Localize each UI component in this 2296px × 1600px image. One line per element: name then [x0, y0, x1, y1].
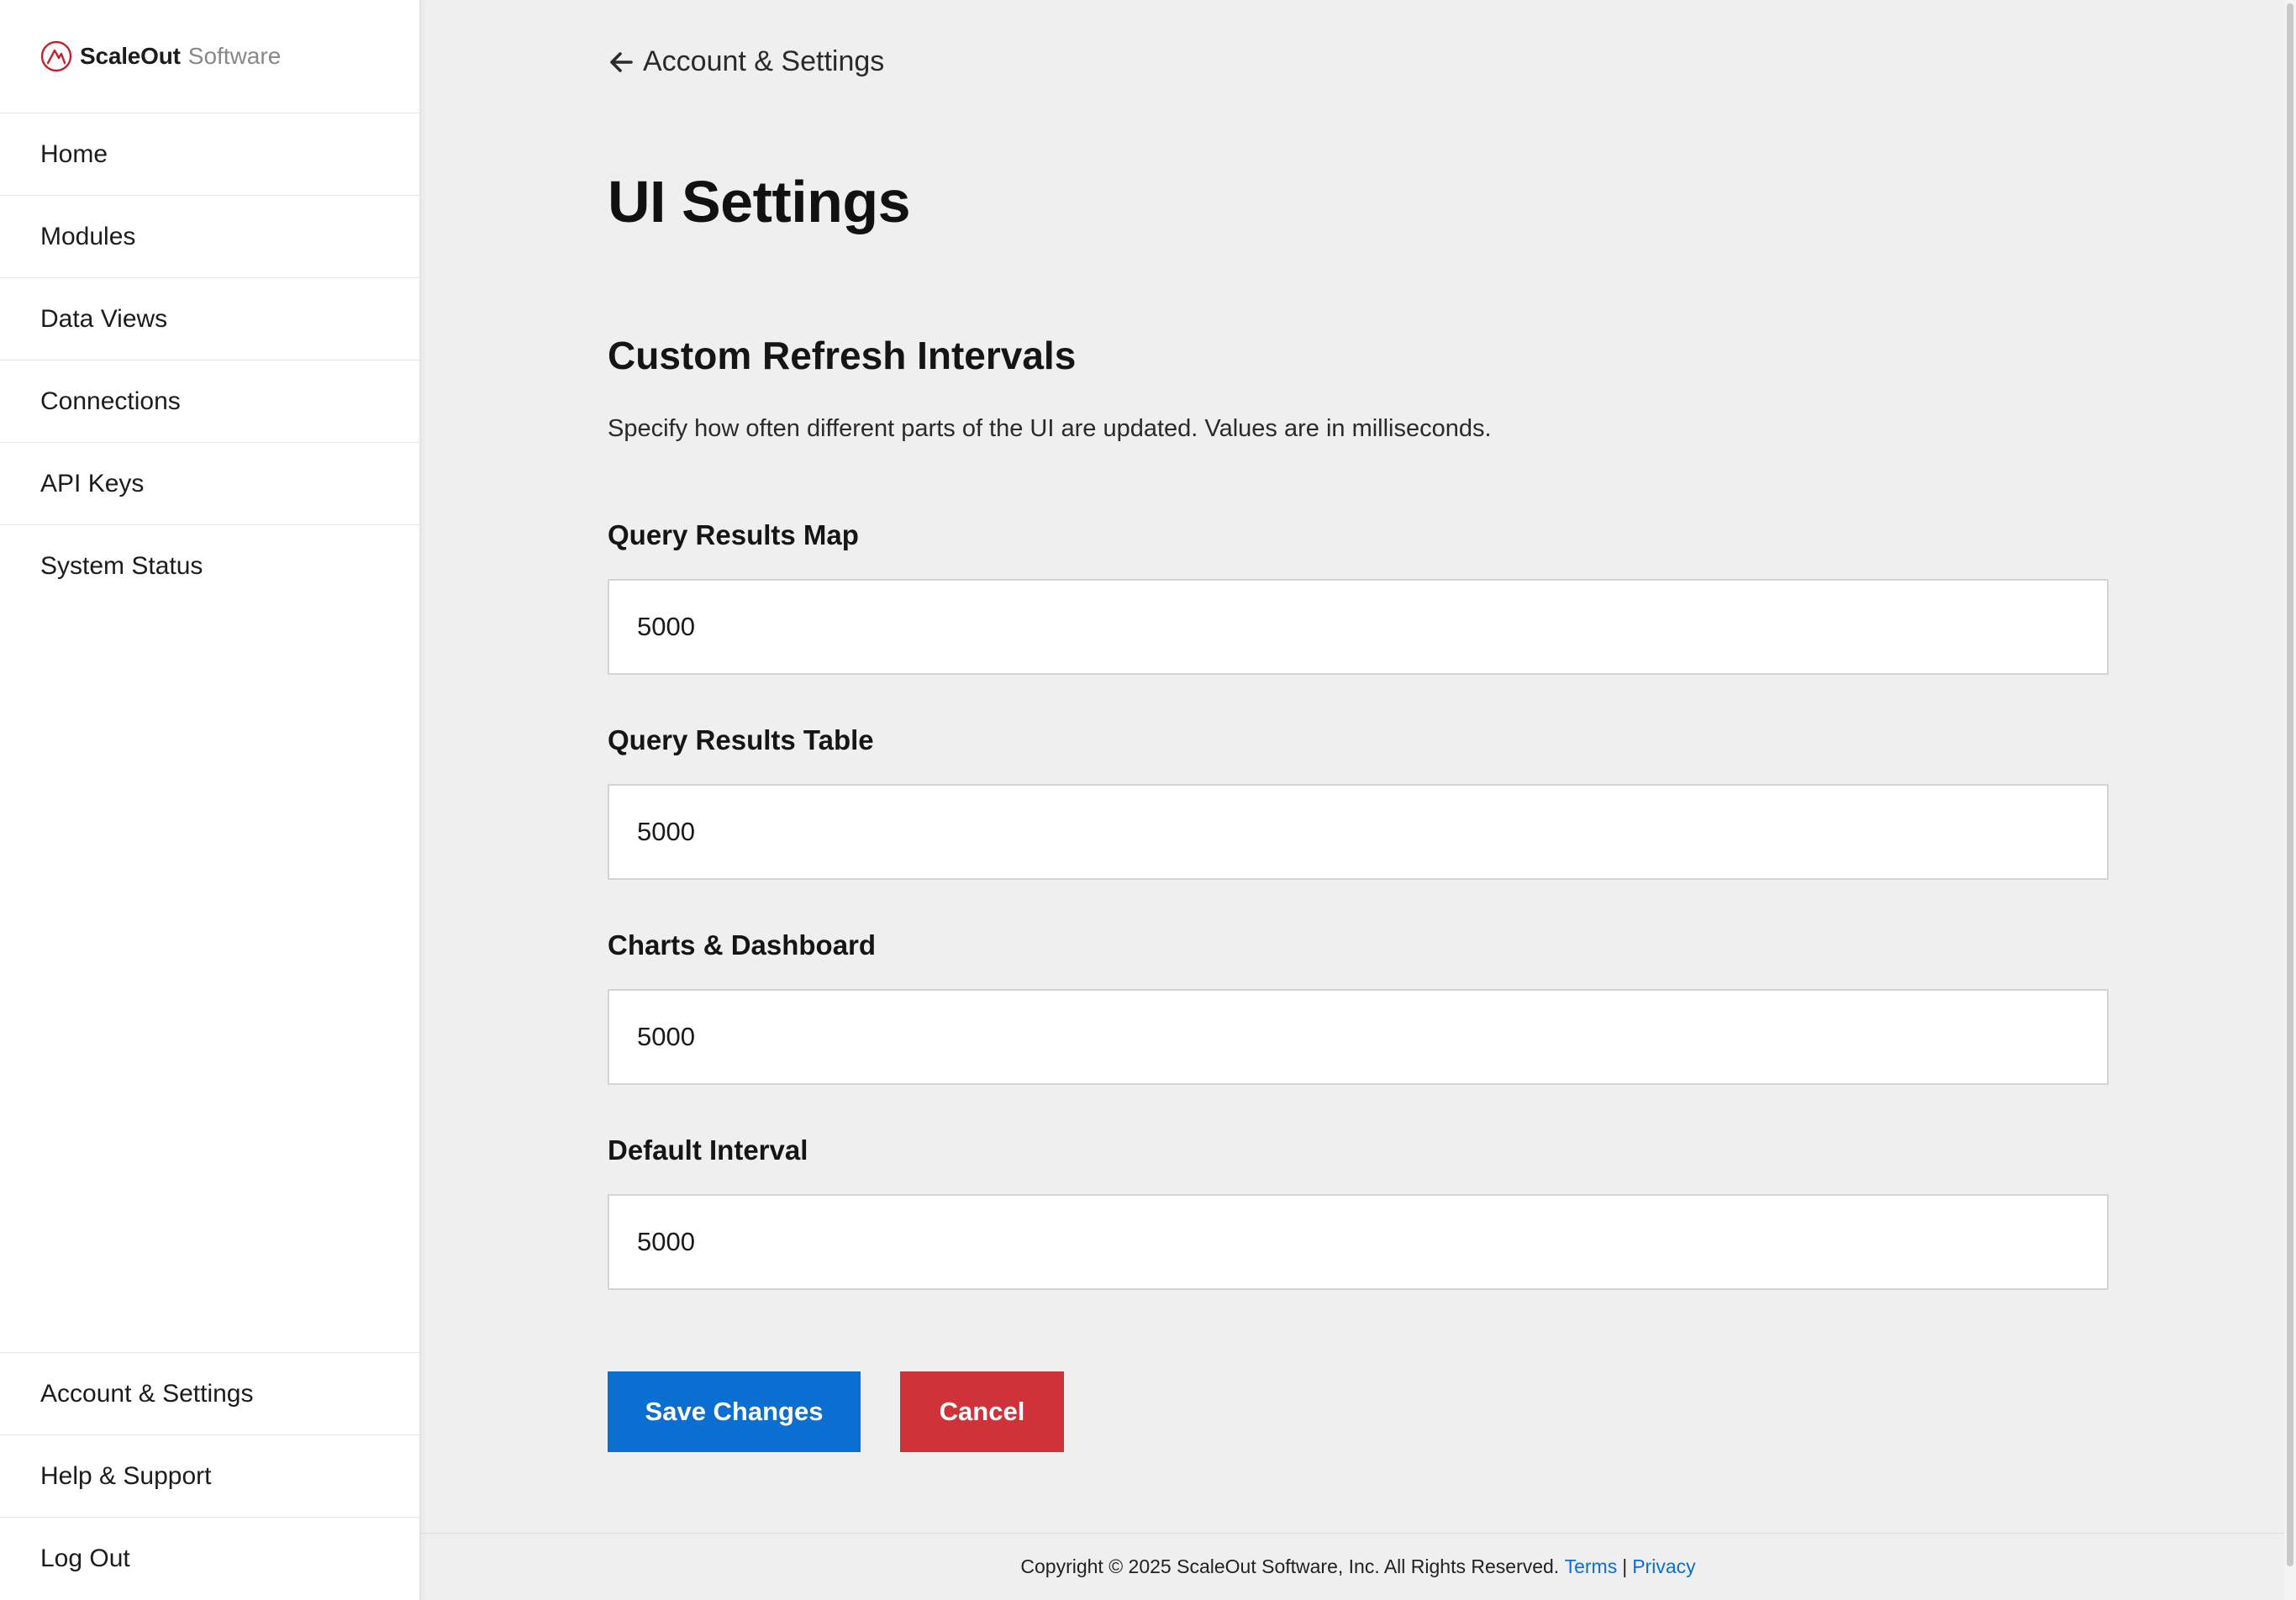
sidebar-item-label: Connections [40, 387, 181, 415]
query-results-table-input[interactable] [608, 784, 2109, 880]
save-changes-button[interactable]: Save Changes [608, 1371, 861, 1452]
sidebar-item-label: System Status [40, 552, 203, 580]
default-interval-input[interactable] [608, 1194, 2109, 1290]
sidebar-item-label: Log Out [40, 1545, 130, 1572]
footer: Copyright © 2025 ScaleOut Software, Inc.… [420, 1533, 2296, 1600]
sidebar-item-label: Help & Support [40, 1461, 212, 1490]
sidebar: ScaleOut Software Home Modules Data View… [0, 0, 420, 1600]
privacy-link[interactable]: Privacy [1632, 1555, 1695, 1578]
copyright-text: Copyright © 2025 ScaleOut Software, Inc.… [1020, 1555, 1560, 1577]
sidebar-item-label: API Keys [40, 469, 145, 497]
charts-dashboard-label: Charts & Dashboard [608, 929, 877, 961]
back-link[interactable]: Account & Settings [608, 45, 884, 78]
brand-sub: Software [187, 43, 282, 69]
terms-link[interactable]: Terms [1565, 1555, 1618, 1578]
sidebar-item-help-support[interactable]: Help & Support [0, 1435, 419, 1518]
sidebar-item-label: Data Views [40, 304, 168, 333]
sidebar-item-data-views[interactable]: Data Views [0, 278, 419, 361]
sidebar-bottom-nav: Account & Settings Help & Support Log Ou… [0, 1352, 419, 1600]
scrollbar[interactable] [2284, 0, 2296, 1600]
brand-name: ScaleOut [80, 43, 181, 69]
sidebar-item-account-settings[interactable]: Account & Settings [0, 1353, 419, 1435]
charts-dashboard-input[interactable] [608, 989, 2109, 1085]
sidebar-item-system-status[interactable]: System Status [0, 525, 419, 608]
sidebar-item-label: Modules [40, 222, 136, 250]
scaleout-logo-icon [40, 40, 72, 72]
query-results-map-input[interactable] [608, 579, 2109, 675]
query-results-map-label: Query Results Map [608, 519, 859, 550]
sidebar-item-log-out[interactable]: Log Out [0, 1518, 419, 1600]
sidebar-item-modules[interactable]: Modules [0, 196, 419, 278]
brand[interactable]: ScaleOut Software [0, 0, 419, 113]
default-interval-label: Default Interval [608, 1134, 808, 1166]
sidebar-item-label: Account & Settings [40, 1379, 254, 1408]
sidebar-item-label: Home [40, 139, 108, 168]
sidebar-item-home[interactable]: Home [0, 113, 419, 196]
sidebar-item-connections[interactable]: Connections [0, 361, 419, 443]
arrow-left-icon [610, 51, 633, 72]
sidebar-nav: Home Modules Data Views Connections API … [0, 113, 419, 608]
section-description: Specify how often different parts of the… [608, 415, 1492, 442]
section-title: Custom Refresh Intervals [608, 334, 1077, 377]
footer-separator: | [1622, 1555, 1628, 1577]
back-link-label: Account & Settings [643, 45, 885, 77]
main-content: Account & Settings UI Settings Custom Re… [420, 0, 2296, 1600]
scrollbar-thumb[interactable] [2287, 3, 2293, 1566]
sidebar-item-api-keys[interactable]: API Keys [0, 443, 419, 525]
page-title: UI Settings [608, 169, 911, 234]
query-results-table-label: Query Results Table [608, 724, 874, 755]
cancel-button[interactable]: Cancel [900, 1371, 1064, 1452]
